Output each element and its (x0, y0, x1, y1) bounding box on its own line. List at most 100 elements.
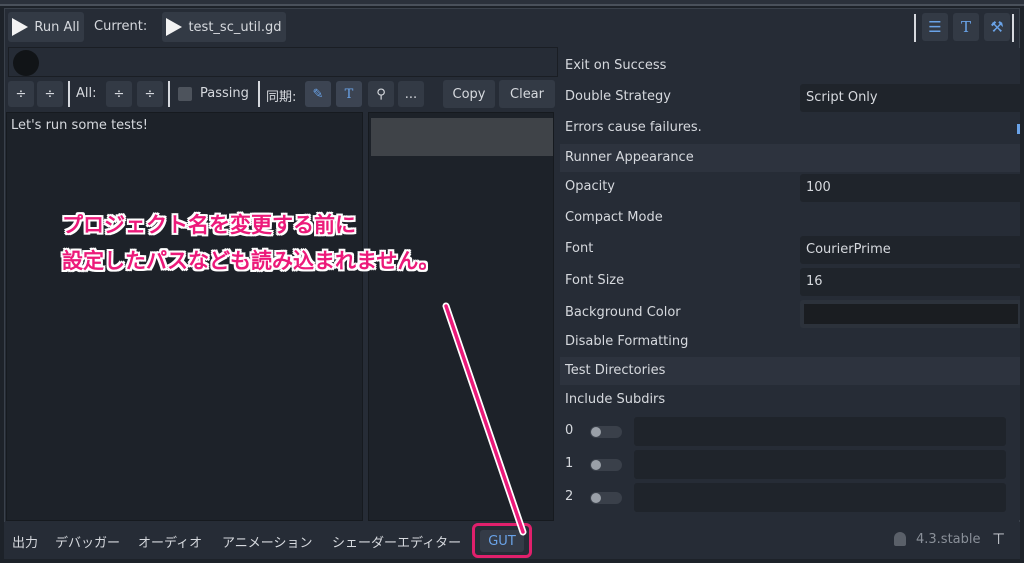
dir-toggle[interactable] (590, 459, 622, 471)
all-label: All: (76, 86, 97, 101)
tab-audio[interactable]: オーディオ (138, 532, 202, 551)
script-icon[interactable]: ✎ (305, 81, 331, 107)
text-icon[interactable]: T (336, 81, 362, 107)
test-dir-row: 0 (560, 416, 1020, 446)
divider (68, 81, 70, 107)
prop-font-size: Font Size 16 (560, 266, 1020, 296)
collapse-icon[interactable]: ÷ (8, 81, 34, 107)
list-icon[interactable]: ☰ (922, 13, 948, 41)
output-message: Let's run some tests! (11, 118, 149, 133)
output-text-area[interactable]: Let's run some tests! (6, 112, 363, 521)
dir-path-input[interactable] (634, 483, 1006, 512)
settings-inspector: Exit on Success Double Strategy Script O… (560, 48, 1020, 520)
test-dir-row: 2 (560, 482, 1020, 512)
section-label: Runner Appearance (565, 150, 694, 165)
toolbar-divider (1012, 14, 1014, 42)
prop-include-subdirs[interactable]: Include Subdirs (560, 385, 1020, 415)
prop-label: Double Strategy (565, 89, 671, 104)
background-color-picker[interactable] (800, 300, 1020, 328)
prop-label: Disable Formatting (565, 334, 689, 349)
more-button[interactable]: ... (398, 81, 424, 107)
search-icon[interactable]: ⚲ (368, 81, 394, 107)
passing-checkbox[interactable] (178, 87, 192, 101)
annotation-line-1: プロジェクト名を変更する前に (62, 213, 356, 237)
annotation-line-2: 設定したパスなども読み込まれません。 (62, 249, 440, 273)
prop-label: Compact Mode (565, 210, 663, 225)
prop-label: Background Color (565, 305, 681, 320)
double-strategy-select[interactable]: Script Only (800, 84, 1020, 112)
prop-exit-on-success[interactable]: Exit on Success (560, 51, 1020, 81)
prop-disable-formatting[interactable]: Disable Formatting (560, 327, 1020, 357)
current-label: Current: (94, 19, 148, 34)
gut-tab-highlight: GUT (472, 523, 532, 558)
prop-label: Errors cause failures. (565, 120, 702, 135)
clear-button[interactable]: Clear (499, 80, 555, 108)
font-size-field[interactable]: 16 (800, 268, 1020, 296)
tab-output[interactable]: 出力 (12, 532, 38, 551)
dir-path-input[interactable] (634, 417, 1006, 446)
tab-gut[interactable]: GUT (480, 530, 524, 552)
version-label: 4.3.stable (916, 532, 981, 547)
prop-value: Script Only (806, 90, 878, 105)
prop-label: Font Size (565, 273, 625, 288)
font-select[interactable]: CourierPrime (800, 236, 1020, 264)
copy-label: Copy (452, 86, 486, 102)
play-icon (12, 18, 29, 36)
opacity-field[interactable]: 100 (800, 174, 1020, 202)
script-tree-pane[interactable] (368, 112, 554, 521)
more-label: ... (404, 86, 418, 102)
dir-toggle[interactable] (590, 492, 622, 504)
run-all-label: Run All (34, 19, 80, 35)
progress-bar (8, 47, 558, 77)
section-runner-appearance[interactable]: Runner Appearance (560, 144, 1020, 172)
test-dir-row: 1 (560, 449, 1020, 479)
window-top-strip (0, 0, 1024, 6)
scroll-marker (1017, 124, 1020, 134)
prop-font: Font CourierPrime (560, 234, 1020, 264)
section-label: Test Directories (565, 363, 666, 378)
expand-icon[interactable]: ÷ (37, 81, 63, 107)
tab-animation[interactable]: アニメーション (222, 532, 312, 551)
dir-toggle[interactable] (590, 426, 622, 438)
prop-label: Opacity (565, 179, 616, 194)
gut-toolbar: Run All Current: test_sc_util.gd ☰ T ⚒ (8, 12, 1018, 44)
prop-errors-cause-failures[interactable]: Errors cause failures. (560, 113, 1020, 143)
pin-panel-icon[interactable]: ⊤ (992, 530, 1005, 548)
notification-icon[interactable] (894, 532, 906, 546)
prop-opacity: Opacity 100 (560, 172, 1020, 202)
dir-path-input[interactable] (634, 450, 1006, 479)
dir-index: 1 (565, 456, 574, 471)
prop-value: 100 (806, 180, 831, 195)
prop-compact-mode[interactable]: Compact Mode (560, 203, 1020, 233)
prop-label: Include Subdirs (565, 392, 666, 407)
run-all-button[interactable]: Run All (8, 12, 84, 42)
prop-label: Font (565, 241, 594, 256)
tab-shader-editor[interactable]: シェーダーエディター (332, 532, 461, 551)
prop-label: Exit on Success (565, 58, 667, 73)
passing-label: Passing (200, 86, 249, 101)
prop-background-color: Background Color (560, 298, 1020, 328)
copy-button[interactable]: Copy (443, 80, 495, 108)
text-icon[interactable]: T (953, 13, 979, 41)
current-file-label: test_sc_util.gd (188, 19, 282, 35)
divider (258, 81, 260, 107)
dir-index: 0 (565, 423, 574, 438)
expand-all-icon[interactable]: ÷ (137, 81, 163, 107)
script-tree-selected-row[interactable] (371, 118, 553, 156)
section-test-directories[interactable]: Test Directories (560, 357, 1020, 385)
collapse-all-icon[interactable]: ÷ (106, 81, 132, 107)
toolbar-divider (914, 14, 916, 42)
run-current-button[interactable]: test_sc_util.gd (162, 12, 286, 42)
sync-label: 同期: (266, 90, 297, 105)
clear-label: Clear (510, 86, 544, 102)
status-indicator (13, 50, 39, 76)
prop-value: 16 (806, 274, 823, 289)
prop-double-strategy: Double Strategy Script Only (560, 82, 1020, 112)
tab-debugger[interactable]: デバッガー (55, 532, 120, 551)
tools-icon[interactable]: ⚒ (984, 13, 1010, 41)
control-row: ÷ ÷ All: ÷ ÷ Passing 同期: ✎ T ⚲ ... Copy … (6, 79, 558, 109)
bottom-panel-tabs: 出力 デバッガー オーディオ アニメーション シェーダーエディター GUT 4.… (4, 522, 1020, 559)
prop-value: CourierPrime (806, 242, 891, 257)
divider (168, 81, 170, 107)
play-icon (166, 18, 183, 36)
